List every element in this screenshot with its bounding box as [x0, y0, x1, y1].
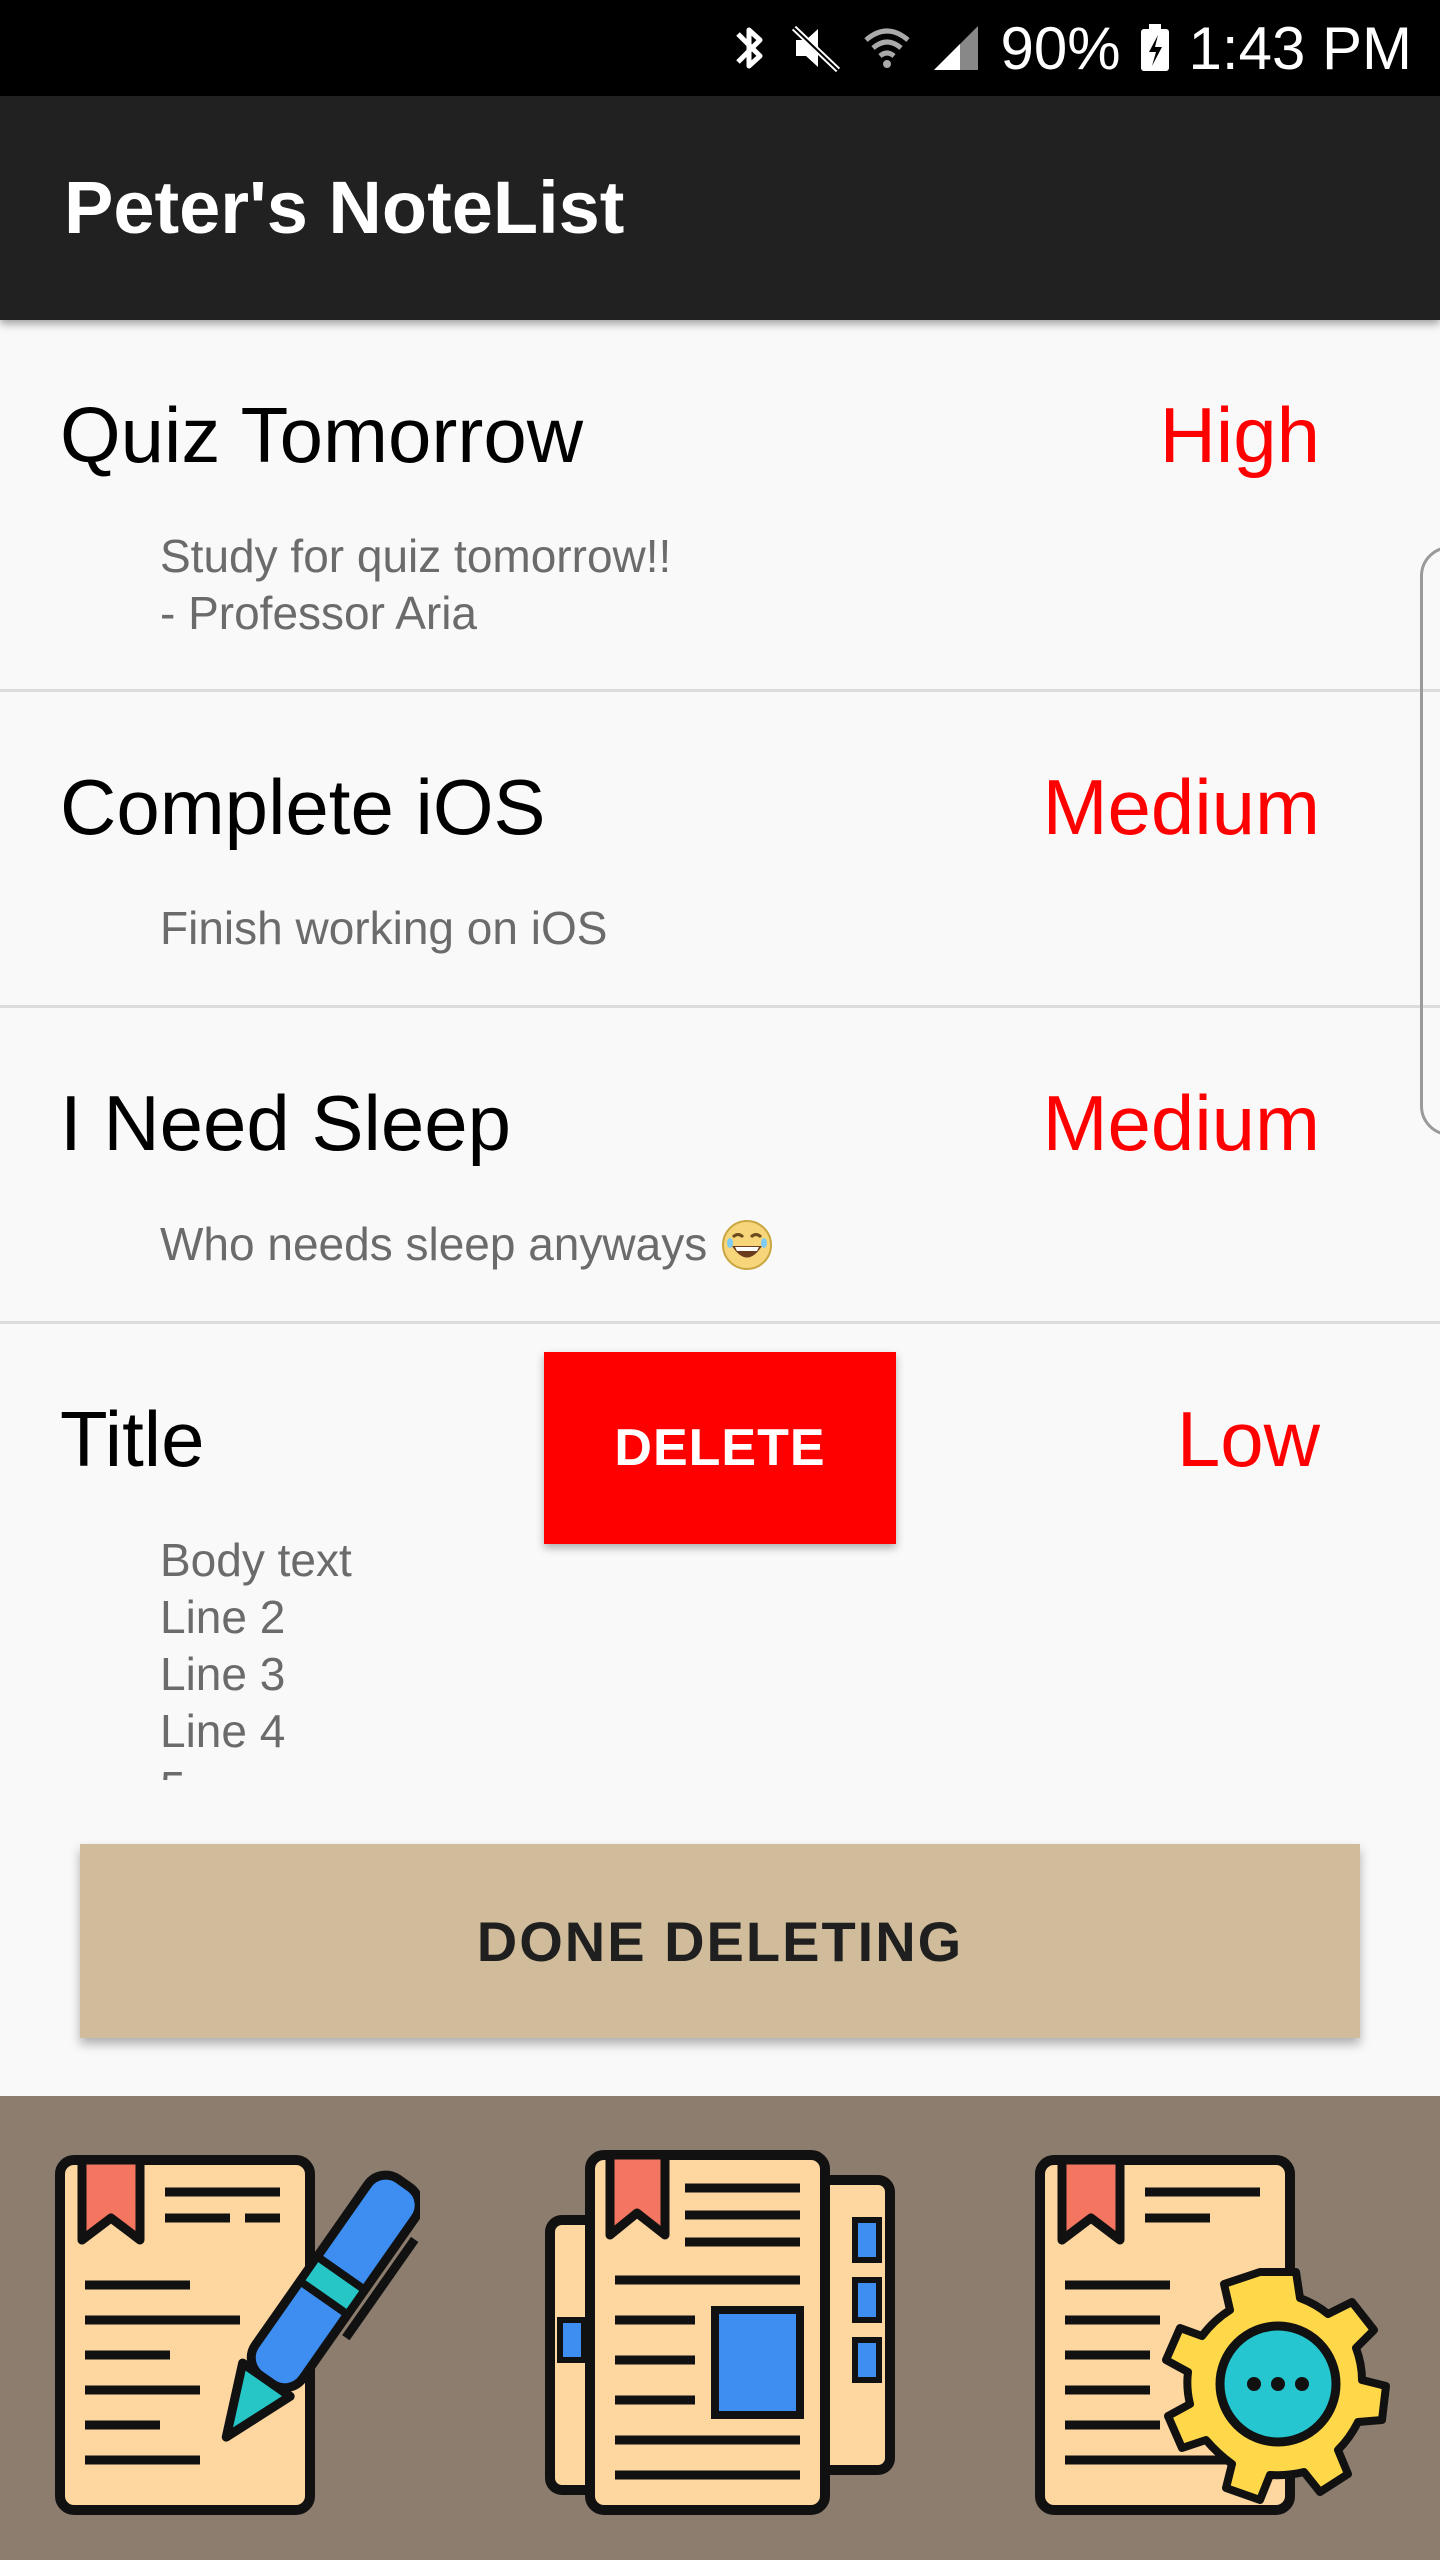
bluetooth-icon	[736, 27, 763, 69]
note-body: Study for quiz tomorrow!! - Professor Ar…	[160, 528, 671, 642]
note-body-line: 5	[160, 1760, 352, 1780]
battery-percent: 90%	[1000, 14, 1121, 82]
note-body: Body text Line 2 Line 3 Line 4 5	[160, 1532, 352, 1780]
write-note-icon	[55, 2155, 420, 2515]
signal-icon	[934, 26, 979, 70]
note-body-line: Line 3	[160, 1648, 286, 1700]
mute-icon	[792, 25, 841, 73]
write-note-button[interactable]	[50, 2140, 420, 2520]
note-body-line: Study for quiz tomorrow!!	[160, 530, 672, 582]
laughing-face-emoji	[722, 1219, 773, 1270]
wifi-icon	[864, 28, 911, 68]
note-body-line: Body text	[160, 1534, 352, 1586]
note-title: I Need Sleep	[60, 1079, 511, 1167]
note-title: Quiz Tomorrow	[60, 391, 584, 479]
note-priority: Low	[1176, 1395, 1320, 1483]
note-body-line: Line 2	[160, 1591, 286, 1643]
note-title: Title	[60, 1395, 205, 1483]
note-settings-button[interactable]	[1020, 2140, 1390, 2520]
app-title: Peter's NoteList	[64, 166, 625, 249]
note-settings-icon	[1035, 2155, 1390, 2515]
done-deleting-button[interactable]: DONE DELETING	[80, 1844, 1360, 2038]
note-item[interactable]: Complete iOS Medium Finish working on iO…	[0, 692, 1440, 1008]
status-bar: 90% 1:43 PM	[0, 0, 1440, 96]
note-body-text: Who needs sleep anyways	[160, 1218, 708, 1270]
note-title: Complete iOS	[60, 763, 546, 851]
edge-panel-handle[interactable]	[1420, 546, 1440, 1136]
note-body-line: Finish working on iOS	[160, 902, 608, 954]
note-body-line: - Professor Aria	[160, 587, 477, 639]
app-bar: Peter's NoteList	[0, 96, 1440, 320]
status-icons: 90% 1:43 PM	[730, 0, 1412, 96]
delete-button[interactable]: DELETE	[544, 1352, 896, 1544]
note-body: Finish working on iOS	[160, 900, 607, 957]
note-priority: High	[1159, 391, 1320, 479]
note-body: Who needs sleep anyways	[160, 1216, 773, 1273]
battery-icon	[1140, 24, 1169, 71]
screen: 90% 1:43 PM Peter's NoteList Quiz Tomorr…	[0, 0, 1440, 2560]
note-list-button[interactable]	[535, 2140, 905, 2520]
note-priority: Medium	[1042, 1079, 1320, 1167]
note-list[interactable]: Quiz Tomorrow High Study for quiz tomorr…	[0, 320, 1440, 1780]
note-list-icon	[545, 2150, 895, 2515]
note-priority: Medium	[1042, 763, 1320, 851]
note-item[interactable]: Quiz Tomorrow High Study for quiz tomorr…	[0, 320, 1440, 692]
clock: 1:43 PM	[1188, 14, 1412, 82]
note-body-line: Who needs sleep anyways	[160, 1216, 773, 1273]
note-item[interactable]: I Need Sleep Medium Who needs sleep anyw…	[0, 1008, 1440, 1324]
note-body-line: Line 4	[160, 1705, 286, 1757]
